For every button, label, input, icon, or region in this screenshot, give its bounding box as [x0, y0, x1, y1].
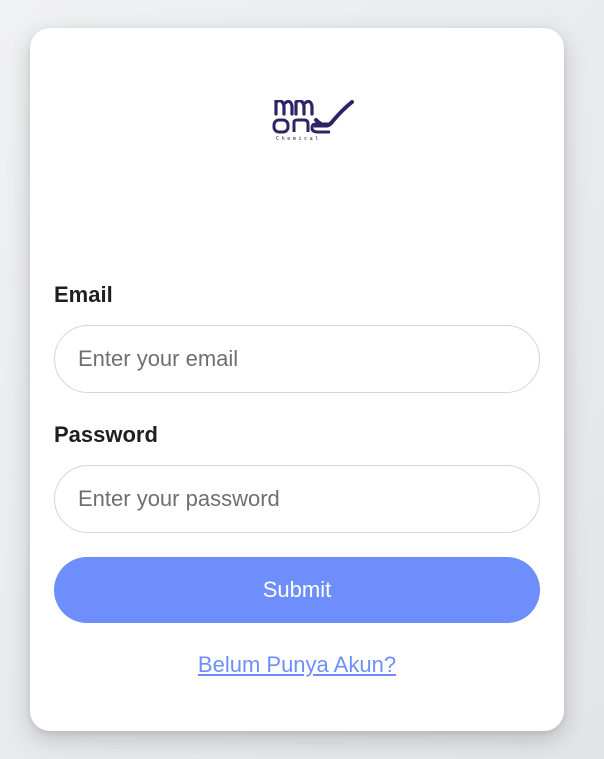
- email-label: Email: [54, 282, 113, 307]
- brand-logo: Chemical: [270, 100, 358, 152]
- email-field[interactable]: [54, 325, 540, 393]
- register-link-container: Belum Punya Akun?: [30, 652, 564, 678]
- password-field[interactable]: [54, 465, 540, 533]
- logo-graphic: Chemical: [272, 100, 354, 142]
- password-label: Password: [54, 422, 158, 447]
- submit-button[interactable]: Submit: [54, 557, 540, 623]
- register-link[interactable]: Belum Punya Akun?: [198, 652, 396, 677]
- login-card: Chemical Email Password Submit Belum Pun…: [30, 28, 564, 731]
- logo-tagline: Chemical: [276, 136, 321, 142]
